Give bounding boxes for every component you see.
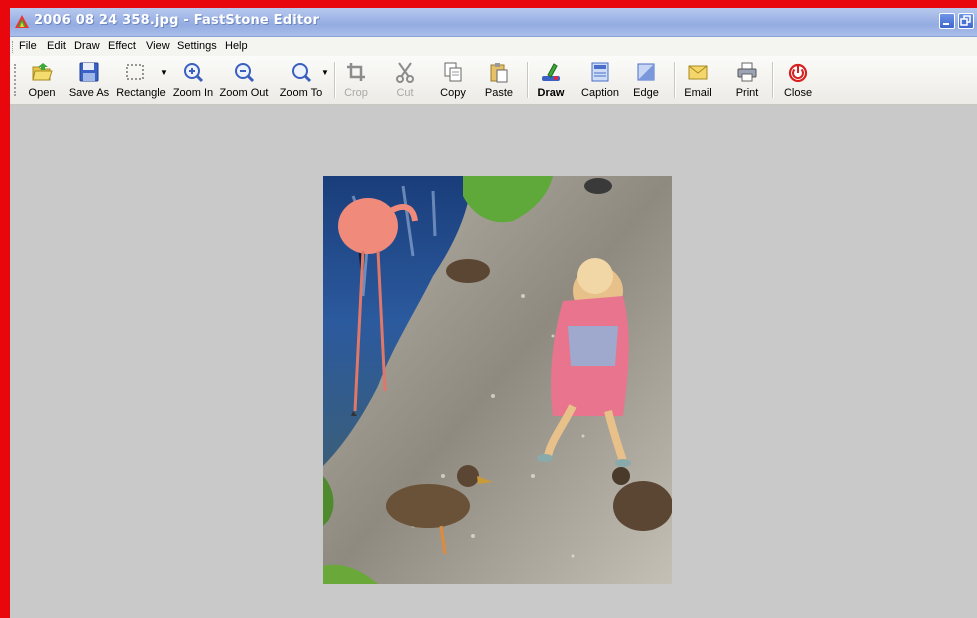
paste-label: Paste — [484, 87, 514, 99]
restore-icon — [960, 15, 971, 26]
toolbar-grip — [14, 64, 18, 96]
folder-open-icon — [32, 63, 53, 81]
window-title: 2006 08 24 358.jpg - FastStone Editor — [34, 13, 320, 28]
minimize-button[interactable] — [939, 13, 955, 29]
toolbar-separator — [772, 62, 774, 98]
caption-icon — [591, 62, 609, 82]
image-canvas[interactable] — [10, 105, 977, 618]
floppy-disk-icon — [79, 62, 99, 82]
paste-icon — [490, 63, 508, 83]
zoom-to-label: Zoom To — [279, 87, 323, 99]
zoom-in-label: Zoom In — [172, 87, 214, 99]
power-close-icon — [788, 63, 808, 83]
close-label: Close — [783, 87, 813, 99]
rectangle-dropdown-arrow-icon[interactable]: ▼ — [160, 68, 168, 77]
menu-grip — [12, 41, 15, 53]
draw-pen-icon — [542, 63, 560, 81]
rectangle-button[interactable]: Rectangle — [115, 60, 167, 102]
print-label: Print — [735, 87, 759, 99]
rectangle-label: Rectangle — [116, 87, 166, 99]
close-button[interactable]: Close — [781, 60, 815, 102]
menu-view[interactable]: View — [146, 40, 170, 52]
cut-label: Cut — [396, 87, 414, 99]
copy-button[interactable]: Copy — [437, 60, 469, 102]
toolbar: Open Save As Rectangle ▼ Zoom In Zoom Ou… — [10, 56, 977, 105]
printer-icon — [737, 62, 757, 82]
toolbar-separator — [674, 62, 676, 98]
menu-help[interactable]: Help — [225, 40, 248, 52]
edge-label: Edge — [633, 87, 659, 99]
menu-draw[interactable]: Draw — [74, 40, 100, 52]
email-label: Email — [684, 87, 712, 99]
caption-label: Caption — [581, 87, 619, 99]
save-as-label: Save As — [68, 87, 110, 99]
menu-file[interactable]: File — [19, 40, 37, 52]
copy-icon — [444, 62, 462, 82]
menu-effect[interactable]: Effect — [108, 40, 136, 52]
cut-button[interactable]: Cut — [389, 60, 421, 102]
zoom-out-label: Zoom Out — [219, 87, 269, 99]
zoom-out-icon — [235, 63, 255, 83]
draw-label: Draw — [537, 87, 565, 99]
edge-icon — [637, 63, 655, 81]
caption-button[interactable]: Caption — [580, 60, 620, 102]
menu-settings[interactable]: Settings — [177, 40, 217, 52]
zoom-to-button[interactable]: Zoom To — [278, 60, 324, 102]
crop-icon — [347, 63, 365, 81]
rectangle-select-icon — [126, 64, 144, 80]
open-label: Open — [28, 87, 56, 99]
envelope-icon — [688, 65, 708, 80]
zoom-out-button[interactable]: Zoom Out — [219, 60, 269, 102]
open-button[interactable]: Open — [24, 60, 60, 102]
scissors-icon — [396, 62, 414, 83]
edited-photo[interactable] — [323, 176, 672, 584]
crop-label: Crop — [344, 87, 368, 99]
zoom-in-icon — [184, 63, 204, 83]
edge-button[interactable]: Edge — [630, 60, 662, 102]
restore-button[interactable] — [958, 13, 974, 29]
print-button[interactable]: Print — [731, 60, 763, 102]
paste-button[interactable]: Paste — [483, 60, 515, 102]
toolbar-separator — [527, 62, 529, 98]
title-bar[interactable]: 2006 08 24 358.jpg - FastStone Editor — [10, 8, 977, 37]
draw-button[interactable]: Draw — [534, 60, 568, 102]
save-as-button[interactable]: Save As — [66, 60, 112, 102]
menu-edit[interactable]: Edit — [47, 40, 66, 52]
email-button[interactable]: Email — [682, 60, 714, 102]
zoom-to-dropdown-arrow-icon[interactable]: ▼ — [321, 68, 329, 77]
copy-label: Copy — [440, 87, 466, 99]
faststone-app-icon — [15, 15, 29, 28]
crop-button[interactable]: Crop — [340, 60, 372, 102]
minimize-icon — [943, 23, 949, 25]
zoom-to-icon — [292, 63, 312, 83]
toolbar-separator — [334, 62, 336, 98]
menu-bar: File Edit Draw Effect View Settings Help — [10, 37, 977, 56]
editor-window: 2006 08 24 358.jpg - FastStone Editor Fi… — [10, 8, 977, 618]
zoom-in-button[interactable]: Zoom In — [171, 60, 215, 102]
